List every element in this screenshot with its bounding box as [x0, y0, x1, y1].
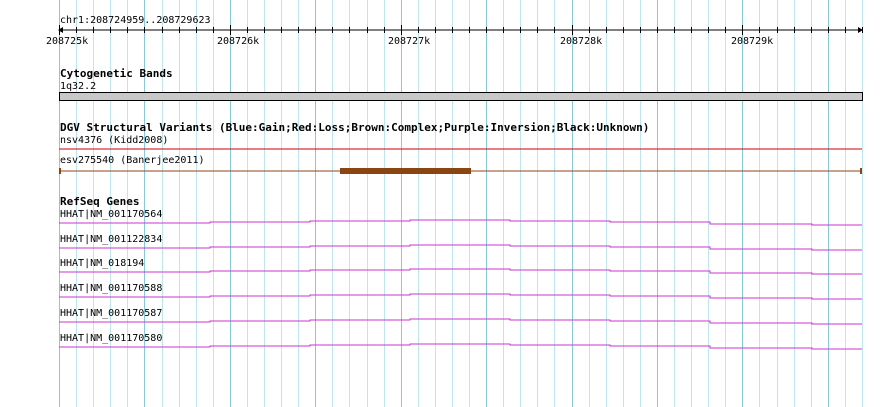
ruler-left-arrow: [58, 27, 63, 33]
gene-track-line[interactable]: [0, 317, 890, 325]
gene-track-line[interactable]: [0, 292, 890, 300]
ruler-tick-label: 208726k: [217, 36, 260, 47]
dgv-feature-nsv4376[interactable]: [0, 146, 890, 152]
ruler-tick-label: 208728k: [560, 36, 603, 47]
gene-model-line: [59, 343, 862, 350]
dgv-feature-esv275540[interactable]: [0, 166, 890, 176]
gene-model-line: [59, 244, 862, 251]
refseq-track-title: RefSeq Genes: [60, 195, 140, 208]
cytoband-bar[interactable]: [59, 92, 863, 101]
gene-track-line[interactable]: [0, 243, 890, 251]
ruler-tick-label: 208727k: [388, 36, 431, 47]
gene-track-line[interactable]: [0, 342, 890, 350]
cytoband-label: 1q32.2: [60, 81, 97, 92]
gene-model-line: [59, 318, 862, 325]
cytoband-track-title: Cytogenetic Bands: [60, 67, 173, 80]
ruler-axis: [58, 25, 863, 35]
dgv-track-title: DGV Structural Variants (Blue:Gain;Red:L…: [60, 121, 650, 134]
ruler-tick-label: 208725k: [46, 36, 89, 47]
gene-model-line: [59, 293, 862, 300]
gene-model-line: [59, 219, 862, 226]
dgv-feature-label: nsv4376 (Kidd2008): [60, 135, 169, 146]
gene-track-line[interactable]: [0, 267, 890, 275]
gene-model-line: [59, 268, 862, 275]
gene-track-line[interactable]: [0, 218, 890, 226]
ruler-tick-label: 208729k: [731, 36, 774, 47]
dgv-feature-label: esv275540 (Banerjee2011): [60, 155, 205, 166]
